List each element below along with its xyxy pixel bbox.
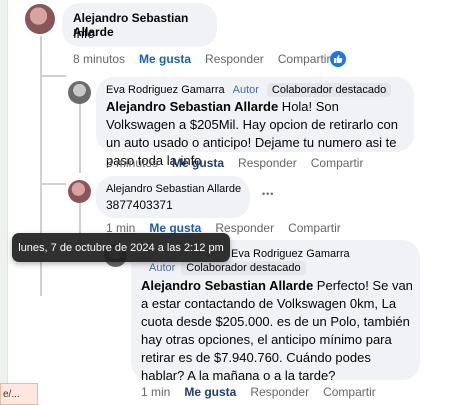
- share-button[interactable]: Compartir: [323, 385, 376, 399]
- thread-line: [40, 75, 66, 77]
- reply-button[interactable]: Responder: [238, 156, 297, 170]
- collaborator-badge: Colaborador destacado: [181, 261, 306, 275]
- comment-author[interactable]: Alejandro Sebastian Allarde: [106, 183, 241, 195]
- share-button[interactable]: Compartir: [278, 52, 331, 66]
- like-button[interactable]: Me gusta: [139, 52, 191, 66]
- reply-button[interactable]: Responder: [205, 52, 264, 66]
- like-button[interactable]: Me gusta: [184, 385, 236, 399]
- page-edge-strip: [0, 0, 8, 405]
- avatar[interactable]: [68, 180, 91, 203]
- comment-body: Perfecto! Se van a estar contactando de …: [141, 278, 413, 383]
- comment-text: Alejandro Sebastian Allarde Perfecto! Se…: [141, 277, 416, 385]
- comment-time[interactable]: 8 minutos: [73, 52, 125, 66]
- collaborator-badge: Colaborador destacado: [266, 83, 392, 97]
- author-badge: Autor: [149, 262, 176, 274]
- comment-bubble: Alejandro Sebastian Allarde 3877403371: [96, 176, 250, 218]
- status-url-chip: e/...: [0, 383, 38, 405]
- share-button[interactable]: Compartir: [311, 156, 364, 170]
- reply-button[interactable]: Responder: [250, 385, 309, 399]
- more-options-icon[interactable]: •••: [262, 189, 274, 199]
- comment-actions: 1 min Me gusta Responder Compartir: [141, 385, 390, 399]
- comment-time[interactable]: 3 minutos: [106, 156, 158, 170]
- comment-time[interactable]: 1 min: [141, 385, 170, 399]
- author-badge: Autor: [232, 84, 259, 96]
- avatar[interactable]: [68, 81, 91, 104]
- comment-actions: 8 minutos Me gusta Responder Compartir: [73, 52, 344, 66]
- comment-text: Info: [73, 26, 95, 41]
- mention-link[interactable]: Alejandro Sebastian Allarde: [141, 278, 313, 293]
- like-reaction-icon[interactable]: [330, 51, 346, 67]
- comment-actions: 3 minutos Me gusta Responder Compartir: [106, 156, 377, 170]
- comment-author[interactable]: Eva Rodriguez Gamarra: [231, 248, 350, 260]
- comment-text: 3877403371: [106, 198, 173, 212]
- thread-line: [79, 103, 81, 173]
- timestamp-tooltip: lunes, 7 de octubre de 2024 a las 2:12 p…: [12, 233, 230, 262]
- thread-line: [40, 183, 66, 185]
- comment-bubble: Alejandro Sebastian Allarde Info: [62, 3, 217, 47]
- mention-link[interactable]: Alejandro Sebastian Allarde: [106, 99, 278, 114]
- avatar[interactable]: [25, 4, 55, 34]
- comment-author[interactable]: Eva Rodriguez Gamarra: [106, 84, 225, 96]
- like-button[interactable]: Me gusta: [172, 156, 224, 170]
- tooltip-text: lunes, 7 de octubre de 2024 a las 2:12 p…: [18, 241, 224, 254]
- share-button[interactable]: Compartir: [288, 221, 341, 235]
- status-url-text: e/...: [3, 388, 20, 400]
- comment-bubble: Eva Rodriguez Gamarra Autor Colaborador …: [96, 77, 414, 168]
